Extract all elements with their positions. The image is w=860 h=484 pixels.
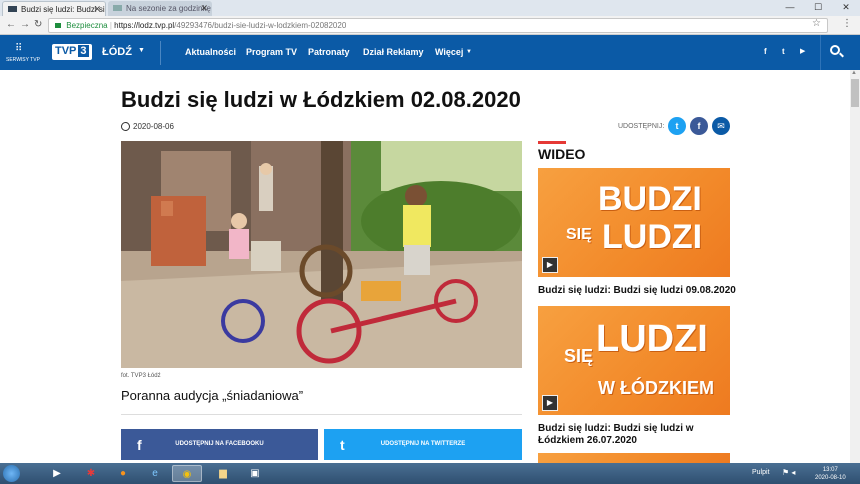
video-title-link[interactable]: Budzi się ludzi: Budzi się ludzi 09.08.2… — [538, 285, 738, 297]
nav-item-aktualnosci[interactable]: Aktualności — [185, 47, 236, 57]
clock-time: 13:07 — [822, 467, 838, 473]
address-bar[interactable]: Bezpieczna | https://lodz.tvp.pl/4929347… — [48, 18, 828, 33]
back-button[interactable]: ← — [6, 19, 16, 30]
thumb-text: W ŁÓDZKIEM — [598, 378, 714, 398]
chevron-down-icon[interactable]: ▼ — [466, 49, 472, 55]
bookmark-star-icon[interactable]: ☆ — [812, 18, 821, 29]
thumb-text: SIĘ — [566, 226, 592, 243]
search-divider — [820, 35, 821, 70]
tab-close-icon[interactable]: ✕ — [93, 4, 101, 15]
url-path: /49293476/budzi-sie-ludzi-w-lodzkiem-020… — [174, 21, 347, 30]
nav-item-program-tv[interactable]: Program TV — [246, 47, 297, 57]
section-accent-bar — [538, 141, 566, 144]
chevron-down-icon[interactable]: ▼ — [138, 47, 145, 54]
start-button[interactable] — [3, 465, 20, 482]
article-lead: Poranna audycja „śniadaniowa” — [121, 388, 304, 403]
forward-button[interactable]: → — [20, 19, 30, 30]
tray-icons[interactable]: ⚑ ◂ — [782, 468, 795, 477]
video-thumbnail[interactable]: SIĘ LUDZI W ŁÓDZKIEM ▶ — [538, 306, 730, 415]
grid-menu-icon[interactable]: ⠿ — [15, 43, 23, 54]
twitter-icon[interactable]: t — [782, 47, 785, 56]
folder-icon[interactable]: ▆ — [208, 465, 238, 482]
firefox-icon[interactable]: ● — [108, 465, 138, 482]
play-icon[interactable]: ▶ — [542, 257, 558, 273]
page-scrollbar[interactable] — [850, 70, 860, 463]
browser-tab-inactive[interactable]: Na sezonie za godzinkę O... ✕ — [108, 1, 212, 16]
tab-label: Na sezonie za godzinkę O... — [126, 4, 212, 13]
thumb-text: LUDZI — [602, 218, 703, 256]
url-host: https://lodz.tvp.pl — [114, 21, 175, 30]
scrollbar-thumb[interactable] — [851, 79, 859, 107]
article-date: 2020-08-06 — [133, 122, 174, 131]
browser-menu-icon[interactable]: ⋮ — [842, 18, 852, 29]
minimize-button[interactable]: — — [776, 0, 804, 14]
chrome-icon[interactable]: ◉ — [172, 465, 202, 482]
search-icon[interactable] — [830, 45, 840, 55]
pulpit-label[interactable]: Pulpit — [752, 469, 770, 476]
lock-icon — [55, 23, 61, 28]
secure-label: Bezpieczna — [66, 21, 108, 30]
youtube-icon[interactable]: ▶ — [800, 47, 805, 55]
video-thumbnail[interactable]: BUDZI SIĘ LUDZI ▶ — [538, 168, 730, 277]
tvp3-logo[interactable]: TVP 3 — [52, 44, 92, 60]
share-twitter-icon[interactable]: t — [668, 117, 686, 135]
header-divider — [160, 41, 161, 65]
windows-taskbar: ▶ ✱ ● e ◉ ▆ ▣ Pulpit ⚑ ◂ 13:07 2020-08-1… — [0, 463, 860, 484]
thumb-text: LUDZI — [596, 318, 708, 360]
app-icon[interactable]: ✱ — [76, 465, 106, 482]
share-email-icon[interactable]: ✉ — [712, 117, 730, 135]
share-facebook-button[interactable]: f UDOSTĘPNIJ NA FACEBOOKU — [121, 429, 318, 460]
page-favicon-icon — [113, 5, 122, 11]
video-title-link[interactable]: Budzi się ludzi: Budzi się ludzi w Łódzk… — [538, 423, 738, 447]
photo-caption: fot. TVP3 Łódź — [121, 373, 161, 379]
share-facebook-label: UDOSTĘPNIJ NA FACEBOOKU — [175, 441, 264, 447]
browser-toolbar: ← → ↻ Bezpieczna | https://lodz.tvp.pl/4… — [0, 16, 860, 35]
nav-item-wiecej[interactable]: Więcej — [435, 47, 463, 57]
thumb-text: SIĘ — [564, 346, 594, 366]
logo-number: 3 — [78, 45, 89, 57]
site-header: ⠿ SERWISY TVP TVP 3 ŁÓDŹ ▼ Aktualności Pr… — [0, 35, 860, 70]
region-selector[interactable]: ŁÓDŹ — [102, 46, 132, 58]
nav-item-patronaty[interactable]: Patronaty — [308, 47, 350, 57]
system-clock[interactable]: 13:07 2020-08-10 — [815, 466, 846, 482]
logo-text: TVP — [55, 45, 77, 57]
tab-close-icon[interactable]: ✕ — [200, 3, 208, 14]
browser-tab-bar: Budzi się ludzi: Budzi się ✕ Na sezonie … — [0, 0, 860, 16]
article-photo — [121, 141, 522, 368]
article-title: Budzi się ludzi w Łódzkiem 02.08.2020 — [121, 87, 521, 112]
sidebar-heading: WIDEO — [538, 146, 586, 162]
clock-date: 2020-08-10 — [815, 475, 846, 481]
share-label: UDOSTĘPNIJ: — [618, 123, 665, 130]
divider — [121, 414, 522, 415]
photo-illustration — [121, 141, 522, 368]
video-thumbnail[interactable] — [538, 453, 730, 463]
share-twitter-label: UDOSTĘPNIJ NA TWITTERZE — [380, 441, 466, 447]
clock-icon — [121, 122, 130, 131]
share-twitter-button[interactable]: t UDOSTĘPNIJ NA TWITTERZE — [324, 429, 522, 460]
reload-button[interactable]: ↻ — [34, 19, 42, 30]
serwisy-label[interactable]: SERWISY TVP — [6, 57, 40, 63]
thumb-text: BUDZI — [598, 180, 702, 218]
nav-item-dzial-reklamy[interactable]: Dział Reklamy — [363, 47, 424, 57]
maximize-button[interactable]: ☐ — [804, 0, 832, 14]
browser-tab-active[interactable]: Budzi się ludzi: Budzi się ✕ — [2, 1, 106, 16]
close-window-button[interactable]: ✕ — [832, 0, 860, 14]
internet-explorer-icon[interactable]: e — [140, 465, 170, 482]
outlook-icon[interactable]: ▣ — [240, 465, 270, 482]
facebook-icon[interactable]: f — [764, 47, 767, 56]
share-facebook-icon[interactable]: f — [690, 117, 708, 135]
tvp-favicon-icon — [8, 6, 17, 12]
play-icon[interactable]: ▶ — [542, 395, 558, 411]
scroll-up-arrow-icon[interactable]: ▲ — [851, 70, 857, 76]
media-player-icon[interactable]: ▶ — [42, 465, 72, 482]
